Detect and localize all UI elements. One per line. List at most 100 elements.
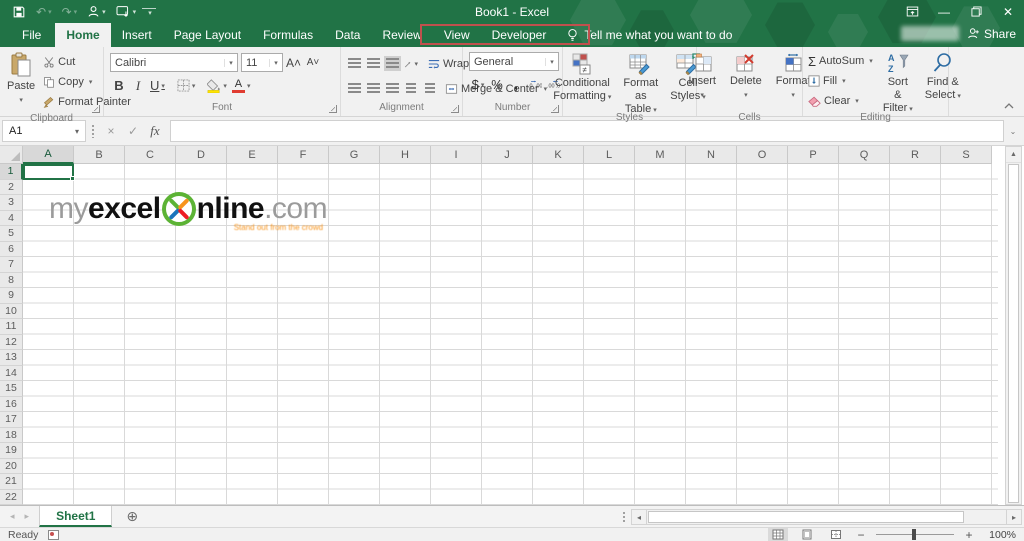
top-align-icon[interactable] (345, 55, 363, 73)
alignment-dialog-launcher-icon[interactable] (451, 105, 459, 113)
find-select-button[interactable]: Find & Select (920, 49, 966, 111)
italic-button[interactable]: I (129, 77, 147, 95)
align-left-icon[interactable] (345, 80, 363, 98)
row-header-12[interactable]: 12 (0, 335, 23, 351)
row-header-21[interactable]: 21 (0, 474, 23, 490)
column-header-N[interactable]: N (686, 146, 737, 164)
borders-icon[interactable] (175, 77, 198, 95)
orientation-icon[interactable] (402, 55, 420, 73)
selected-cell-a1[interactable] (23, 164, 74, 180)
percent-style-icon[interactable]: % (488, 76, 506, 94)
column-header-D[interactable]: D (176, 146, 227, 164)
insert-function-icon[interactable]: fx (144, 121, 166, 141)
column-header-K[interactable]: K (533, 146, 584, 164)
tab-view[interactable]: View (433, 23, 481, 47)
autosum-button[interactable]: Σ AutoSum (805, 51, 876, 71)
formula-bar-grip[interactable] (91, 124, 95, 138)
zoom-out-icon[interactable]: − (855, 528, 867, 541)
bottom-align-icon[interactable] (383, 55, 401, 73)
row-header-15[interactable]: 15 (0, 381, 23, 397)
row-header-4[interactable]: 4 (0, 211, 23, 227)
clipboard-dialog-launcher-icon[interactable] (92, 105, 100, 113)
row-header-3[interactable]: 3 (0, 195, 23, 211)
bold-button[interactable]: B (110, 77, 128, 95)
column-header-S[interactable]: S (941, 146, 992, 164)
normal-view-icon[interactable] (768, 528, 788, 541)
column-header-L[interactable]: L (584, 146, 635, 164)
format-as-table-button[interactable]: Format as Table (618, 49, 663, 111)
column-header-P[interactable]: P (788, 146, 839, 164)
insert-cells-button[interactable]: Insert (683, 49, 721, 111)
row-header-5[interactable]: 5 (0, 226, 23, 242)
zoom-level[interactable]: 100% (984, 529, 1016, 541)
zoom-slider[interactable] (876, 534, 954, 535)
scroll-up-icon[interactable]: ▲ (1006, 147, 1021, 163)
new-sheet-icon[interactable]: ⊕ (112, 506, 152, 527)
cancel-icon[interactable]: × (100, 121, 122, 141)
row-header-22[interactable]: 22 (0, 490, 23, 506)
sort-filter-button[interactable]: AZ Sort & Filter (878, 49, 918, 111)
restore-icon[interactable] (960, 0, 992, 23)
fill-handle[interactable] (70, 176, 75, 181)
row-header-16[interactable]: 16 (0, 397, 23, 413)
column-header-H[interactable]: H (380, 146, 431, 164)
number-format-combo[interactable]: General▾ (469, 52, 559, 71)
tab-insert[interactable]: Insert (111, 23, 163, 47)
expand-formula-bar-icon[interactable]: ⌄ (1004, 120, 1022, 142)
zoom-slider-handle[interactable] (912, 529, 916, 540)
tab-split-grip[interactable] (622, 511, 627, 523)
row-header-11[interactable]: 11 (0, 319, 23, 335)
align-center-icon[interactable] (364, 80, 382, 98)
delete-cells-button[interactable]: Delete (725, 49, 767, 111)
scroll-left-icon[interactable]: ◂ (631, 509, 647, 525)
horizontal-scrollbar[interactable]: ◂ ▸ (622, 509, 1022, 525)
row-header-13[interactable]: 13 (0, 350, 23, 366)
tab-page-layout[interactable]: Page Layout (163, 23, 252, 47)
font-dialog-launcher-icon[interactable] (329, 105, 337, 113)
column-header-F[interactable]: F (278, 146, 329, 164)
horizontal-scroll-track[interactable] (647, 509, 1006, 525)
name-box-caret-icon[interactable]: ▾ (69, 127, 85, 136)
tab-data[interactable]: Data (324, 23, 371, 47)
decrease-indent-icon[interactable] (402, 80, 420, 98)
vertical-scrollbar[interactable]: ▲ (1005, 146, 1022, 505)
underline-button[interactable]: U (148, 77, 167, 95)
horizontal-scroll-thumb[interactable] (648, 511, 964, 523)
tell-me-box[interactable]: Tell me what you want to do (557, 23, 742, 47)
column-header-M[interactable]: M (635, 146, 686, 164)
decrease-font-size-icon[interactable]: A˅ (304, 54, 322, 72)
scroll-right-icon[interactable]: ▸ (1006, 509, 1022, 525)
ribbon-display-options-icon[interactable] (896, 0, 928, 23)
row-header-17[interactable]: 17 (0, 412, 23, 428)
row-header-2[interactable]: 2 (0, 180, 23, 196)
font-color-icon[interactable]: A (230, 77, 253, 95)
column-header-Q[interactable]: Q (839, 146, 890, 164)
zoom-in-icon[interactable]: + (963, 528, 975, 541)
accounting-format-icon[interactable]: $ (469, 76, 487, 94)
cell-grid[interactable]: myexcelnline.com Stand out from the crow… (23, 164, 998, 505)
fill-button[interactable]: Fill (805, 71, 876, 91)
font-family-combo[interactable]: Calibri▾ (110, 53, 238, 72)
column-header-I[interactable]: I (431, 146, 482, 164)
column-header-G[interactable]: G (329, 146, 380, 164)
paste-button[interactable]: Paste (2, 49, 40, 111)
enter-icon[interactable]: ✓ (122, 121, 144, 141)
row-header-8[interactable]: 8 (0, 273, 23, 289)
tab-home[interactable]: Home (55, 23, 110, 47)
close-icon[interactable]: ✕ (992, 0, 1024, 23)
middle-align-icon[interactable] (364, 55, 382, 73)
collapse-ribbon-icon[interactable] (1004, 102, 1014, 110)
row-header-6[interactable]: 6 (0, 242, 23, 258)
share-button[interactable]: Share (967, 27, 1016, 41)
align-right-icon[interactable] (383, 80, 401, 98)
increase-indent-icon[interactable] (421, 80, 439, 98)
tab-formulas[interactable]: Formulas (252, 23, 324, 47)
tab-review[interactable]: Review (371, 23, 432, 47)
clear-button[interactable]: Clear (805, 91, 876, 111)
column-header-E[interactable]: E (227, 146, 278, 164)
comma-style-icon[interactable]: , (507, 76, 525, 94)
column-header-A[interactable]: A (23, 146, 74, 164)
increase-decimal-icon[interactable]: .0.00 (526, 76, 544, 94)
row-header-9[interactable]: 9 (0, 288, 23, 304)
vertical-scroll-thumb[interactable] (1008, 164, 1019, 503)
